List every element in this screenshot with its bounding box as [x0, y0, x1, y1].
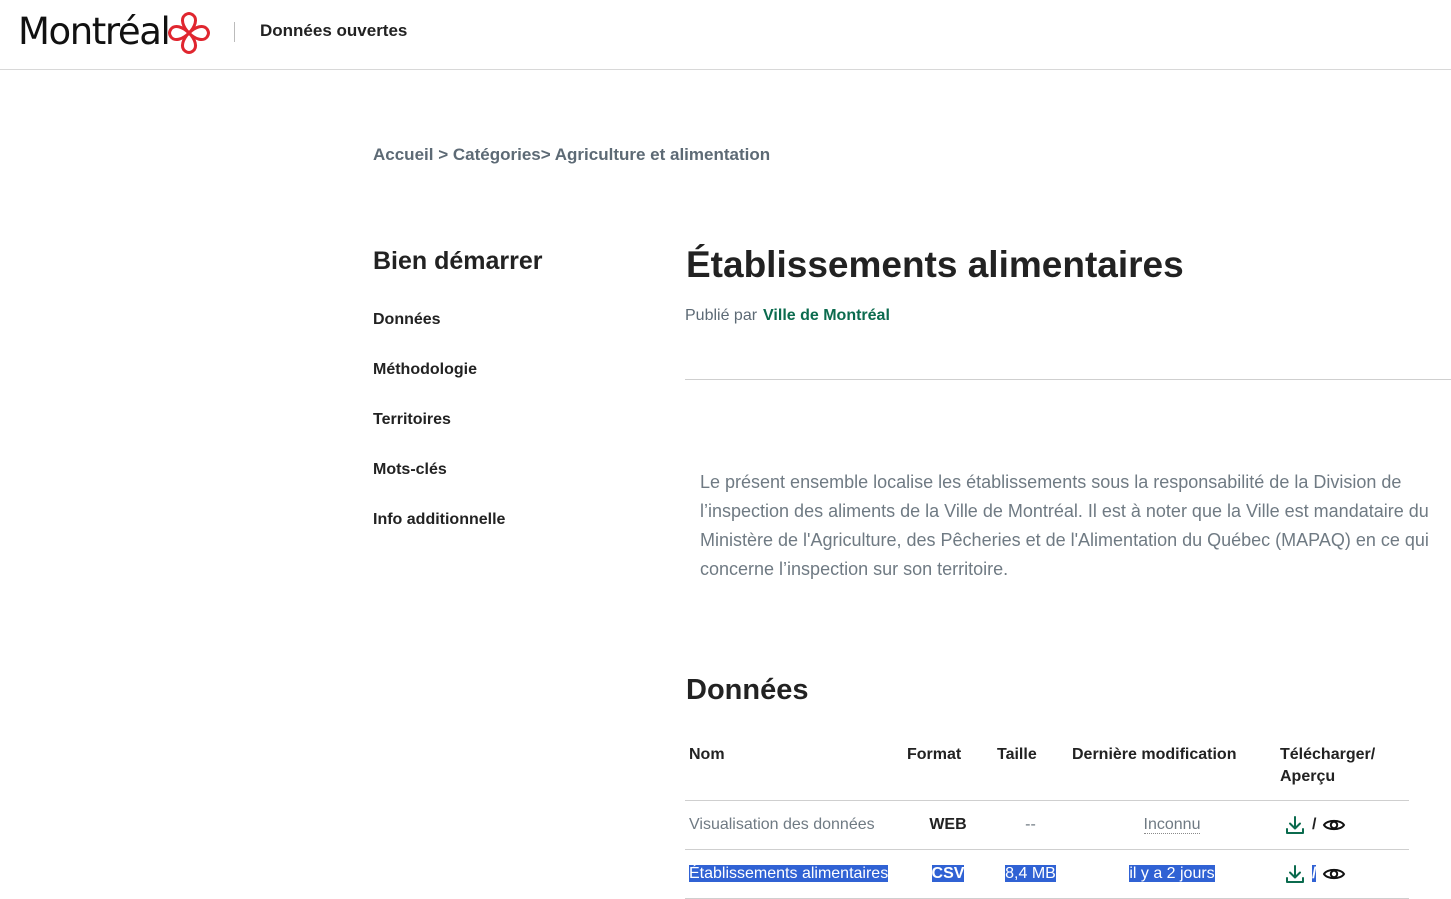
action-separator: /: [1312, 865, 1317, 883]
breadcrumb-categories-link[interactable]: Catégories: [453, 145, 541, 164]
resource-size: --: [993, 800, 1068, 850]
sidebar-item-mots-cles[interactable]: Mots-clés: [373, 461, 447, 479]
modified-value[interactable]: il y a 2 jours: [1129, 865, 1215, 882]
breadcrumb-current-link[interactable]: Agriculture et alimentation: [555, 145, 770, 164]
table-row: Établissements alimentaires CSV 8,4 MB i…: [685, 849, 1409, 899]
resource-name-text[interactable]: Visualisation des données: [689, 816, 875, 833]
resource-format: WEB: [903, 800, 993, 850]
data-section-title: Données: [686, 674, 809, 706]
modified-value[interactable]: Inconnu: [1143, 816, 1201, 834]
divider: [685, 379, 1451, 380]
breadcrumb-home-link[interactable]: Accueil: [373, 145, 433, 164]
breadcrumb-separator: >: [540, 145, 555, 164]
column-header-format: Format: [903, 740, 993, 801]
eye-icon[interactable]: [1322, 865, 1346, 883]
column-header-modified: Dernière modification: [1068, 740, 1276, 801]
resource-size: 8,4 MB: [993, 849, 1068, 899]
column-header-size: Taille: [993, 740, 1068, 801]
resource-name[interactable]: Établissements alimentaires: [685, 849, 903, 899]
montreal-logo-text[interactable]: Montréal: [18, 10, 171, 53]
resource-name-text[interactable]: Établissements alimentaires: [689, 865, 889, 882]
header-divider: [234, 22, 235, 42]
montreal-rosette-icon[interactable]: [166, 11, 212, 55]
resource-format: CSV: [903, 849, 993, 899]
resource-modified: il y a 2 jours: [1068, 849, 1276, 899]
resource-name[interactable]: Visualisation des données: [685, 800, 903, 850]
top-bar: Montréal Données ouvertes: [0, 0, 1451, 70]
page-title: Établissements alimentaires: [686, 244, 1184, 285]
sidebar-item-info-additionnelle[interactable]: Info additionnelle: [373, 511, 505, 529]
published-by-label: Publié par: [685, 307, 758, 324]
resource-modified: Inconnu: [1068, 800, 1276, 850]
column-header-download-line1: Télécharger/: [1280, 746, 1376, 763]
size-value: 8,4 MB: [1005, 865, 1056, 882]
table-header-row: Nom Format Taille Dernière modification …: [685, 740, 1409, 801]
action-separator: /: [1312, 816, 1317, 834]
sidebar-item-donnees[interactable]: Données: [373, 311, 441, 329]
eye-icon[interactable]: [1322, 816, 1346, 834]
publisher-link[interactable]: Ville de Montréal: [763, 307, 890, 324]
resource-actions: /: [1276, 849, 1409, 899]
publisher-line: Publié par Ville de Montréal: [685, 307, 890, 325]
size-value: --: [1025, 816, 1036, 833]
table-row: Visualisation des données WEB -- Inconnu…: [685, 800, 1409, 850]
sidebar-item-territoires[interactable]: Territoires: [373, 411, 451, 429]
sidebar-title: Bien démarrer: [373, 247, 543, 275]
dataset-description: Le présent ensemble localise les établis…: [700, 472, 1429, 579]
column-header-download-line2: Aperçu: [1280, 768, 1336, 785]
resources-table: Nom Format Taille Dernière modification …: [685, 740, 1409, 899]
download-icon[interactable]: [1284, 814, 1306, 836]
column-header-download: Télécharger/ Aperçu: [1276, 740, 1409, 801]
site-name[interactable]: Données ouvertes: [260, 21, 407, 41]
download-icon[interactable]: [1284, 863, 1306, 885]
resource-actions: /: [1276, 800, 1409, 850]
sidebar-item-methodologie[interactable]: Méthodologie: [373, 361, 477, 379]
breadcrumb-separator: >: [433, 145, 453, 164]
format-badge: WEB: [929, 816, 967, 833]
breadcrumb: Accueil > Catégories> Agriculture et ali…: [373, 145, 770, 165]
column-header-name: Nom: [685, 740, 903, 801]
format-badge: CSV: [931, 865, 965, 882]
